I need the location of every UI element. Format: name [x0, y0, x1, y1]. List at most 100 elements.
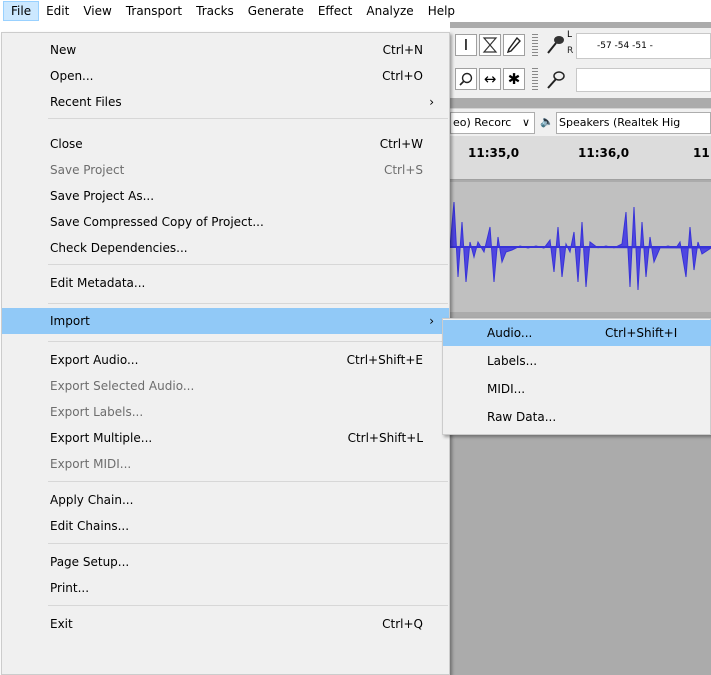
menu-item-shortcut: Ctrl+Shift+E: [346, 353, 423, 367]
submenu-item-audio[interactable]: Audio... Ctrl+Shift+I: [443, 320, 711, 346]
menu-edit[interactable]: Edit: [39, 1, 76, 21]
toolbar-grip[interactable]: [532, 34, 538, 58]
chevron-right-icon: ›: [429, 95, 434, 109]
menu-separator: [48, 605, 448, 606]
menu-view[interactable]: View: [76, 1, 118, 21]
menu-item-label: Export MIDI...: [50, 457, 132, 471]
menu-item-label: Export Multiple...: [50, 431, 153, 445]
menu-item-label: Page Setup...: [50, 555, 130, 569]
draw-tool-icon[interactable]: [503, 34, 525, 56]
ruler-tick: 11:35,0: [468, 146, 520, 160]
meter-scale: -57 -54 -51 -: [597, 41, 653, 51]
tools-toolbar-row2: ↔ ✱: [450, 64, 711, 98]
menu-item-label: Check Dependencies...: [50, 241, 188, 255]
playback-meter[interactable]: [576, 68, 711, 92]
menu-item-label: Save Compressed Copy of Project...: [50, 215, 264, 229]
menu-item-shortcut: Ctrl+Q: [382, 617, 423, 631]
menu-item-check-dependencies[interactable]: Check Dependencies...: [2, 235, 449, 261]
menu-separator: [48, 341, 448, 342]
selection-tool-icon[interactable]: I: [455, 34, 477, 56]
menu-tracks[interactable]: Tracks: [189, 1, 241, 21]
menu-item-open[interactable]: Open... Ctrl+O: [2, 63, 449, 89]
menu-file[interactable]: File: [3, 1, 40, 21]
envelope-tool-icon[interactable]: [479, 34, 501, 56]
recording-channels-select[interactable]: eo) Recorc ∨: [450, 112, 535, 134]
submenu-item-midi[interactable]: MIDI...: [443, 376, 711, 402]
menu-item-export-audio[interactable]: Export Audio... Ctrl+Shift+E: [2, 347, 449, 373]
menu-item-export-multiple[interactable]: Export Multiple... Ctrl+Shift+L: [2, 425, 449, 451]
menu-item-label: Raw Data...: [487, 410, 557, 424]
menu-item-page-setup[interactable]: Page Setup...: [2, 549, 449, 575]
menu-item-exit[interactable]: Exit Ctrl+Q: [2, 611, 449, 637]
menu-item-label: Save Project: [50, 163, 125, 177]
menu-item-shortcut: Ctrl+O: [382, 69, 423, 83]
menu-item-edit-metadata[interactable]: Edit Metadata...: [2, 270, 449, 296]
playback-device-value: Speakers (Realtek Hig: [559, 116, 681, 129]
file-menu: New Ctrl+N Open... Ctrl+O Recent Files ›…: [1, 32, 450, 675]
menu-item-shortcut: Ctrl+Shift+L: [347, 431, 423, 445]
menu-item-export-selected-audio[interactable]: Export Selected Audio...: [2, 373, 449, 399]
menu-item-label: Export Selected Audio...: [50, 379, 195, 393]
menu-item-label: Print...: [50, 581, 90, 595]
speaker-icon: 🔈: [540, 115, 554, 128]
playback-meter-mic-icon[interactable]: [542, 66, 572, 94]
zoom-tool-icon[interactable]: [455, 68, 477, 90]
menu-item-export-labels[interactable]: Export Labels...: [2, 399, 449, 425]
meter-l-label: L: [567, 30, 573, 40]
menu-item-edit-chains[interactable]: Edit Chains...: [2, 513, 449, 539]
menu-item-shortcut: Ctrl+N: [382, 43, 423, 57]
menu-separator: [48, 118, 448, 119]
submenu-item-raw-data[interactable]: Raw Data...: [443, 404, 711, 430]
menu-item-label: Export Labels...: [50, 405, 144, 419]
menu-effect[interactable]: Effect: [311, 1, 360, 21]
menu-separator: [48, 543, 448, 544]
chevron-down-icon: ∨: [521, 116, 530, 129]
tools-toolbar: I L R -57 -54 -51 -: [450, 28, 711, 64]
menu-item-print[interactable]: Print...: [2, 575, 449, 601]
import-submenu: Audio... Ctrl+Shift+I Labels... MIDI... …: [442, 318, 711, 435]
menu-item-save-compressed[interactable]: Save Compressed Copy of Project...: [2, 209, 449, 235]
record-meter[interactable]: -57 -54 -51 -: [576, 33, 711, 59]
menu-item-export-midi[interactable]: Export MIDI...: [2, 451, 449, 477]
menu-analyze[interactable]: Analyze: [359, 1, 420, 21]
menu-item-new[interactable]: New Ctrl+N: [2, 37, 449, 63]
menu-item-label: Edit Chains...: [50, 519, 130, 533]
ruler-tick: 11:: [693, 146, 711, 160]
audio-track[interactable]: [449, 182, 711, 312]
menu-item-import[interactable]: Import ›: [2, 308, 449, 334]
multi-tool-icon[interactable]: ✱: [503, 68, 525, 90]
device-toolbar: eo) Recorc ∨ 🔈 Speakers (Realtek Hig: [450, 108, 711, 136]
submenu-item-labels[interactable]: Labels...: [443, 348, 711, 374]
waveform: [449, 201, 711, 291]
timeshift-tool-icon[interactable]: ↔: [479, 68, 501, 90]
toolbar-grip[interactable]: [532, 68, 538, 92]
menu-separator: [48, 264, 448, 265]
menu-item-close[interactable]: Close Ctrl+W: [2, 131, 449, 157]
recording-channels-value: eo) Recorc: [453, 116, 512, 129]
menu-item-label: Exit: [50, 617, 73, 631]
playback-device-select[interactable]: Speakers (Realtek Hig: [556, 112, 711, 134]
ruler-tick: 11:36,0: [578, 146, 630, 160]
chevron-right-icon: ›: [429, 314, 434, 328]
menu-item-label: Save Project As...: [50, 189, 155, 203]
meter-r-label: R: [567, 46, 574, 56]
menu-transport[interactable]: Transport: [119, 1, 189, 21]
menu-item-label: Audio...: [487, 326, 533, 340]
menu-item-label: Recent Files: [50, 95, 122, 109]
menu-item-label: MIDI...: [487, 382, 526, 396]
menu-item-shortcut: Ctrl+W: [379, 137, 423, 151]
menu-item-recent-files[interactable]: Recent Files ›: [2, 89, 449, 115]
menu-item-label: Labels...: [487, 354, 538, 368]
menu-item-apply-chain[interactable]: Apply Chain...: [2, 487, 449, 513]
menu-item-label: Edit Metadata...: [50, 276, 146, 290]
menu-generate[interactable]: Generate: [241, 1, 311, 21]
menu-item-label: Import: [50, 314, 90, 328]
timeline-ruler[interactable]: 11:35,0 11:36,0 11:: [450, 136, 711, 180]
menu-item-shortcut: Ctrl+S: [383, 163, 423, 177]
menu-help[interactable]: Help: [421, 1, 462, 21]
menu-item-save-project[interactable]: Save Project Ctrl+S: [2, 157, 449, 183]
menu-item-save-project-as[interactable]: Save Project As...: [2, 183, 449, 209]
menu-item-label: New: [50, 43, 77, 57]
menu-item-label: Close: [50, 137, 83, 151]
menu-item-label: Apply Chain...: [50, 493, 134, 507]
